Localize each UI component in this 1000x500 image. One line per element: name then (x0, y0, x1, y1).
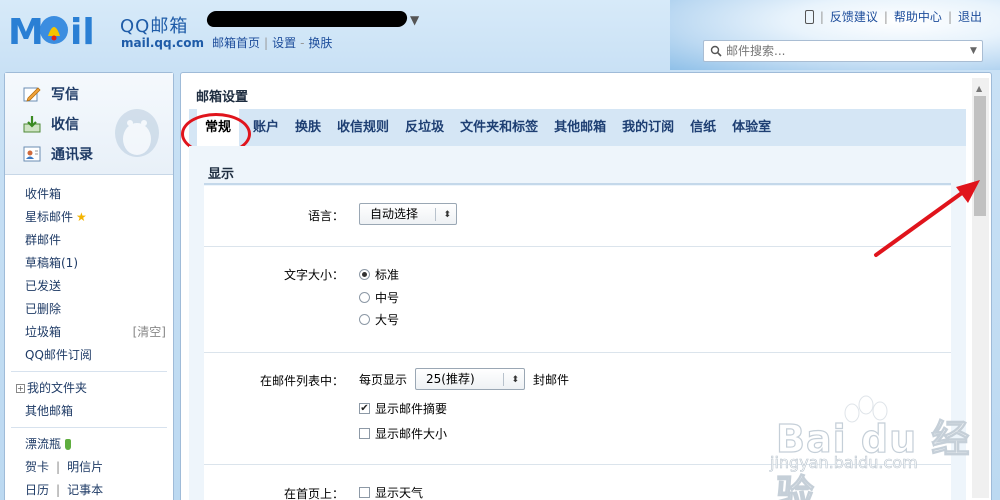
folder-inbox[interactable]: 收件箱 (25, 183, 173, 206)
phone-icon[interactable] (804, 9, 814, 24)
logout-link[interactable]: 退出 (958, 8, 982, 25)
utility-links: | 反馈建议 | 帮助中心 | 退出 (804, 8, 982, 25)
folder-my-folders[interactable]: + 我的文件夹 (16, 377, 173, 400)
tab-account[interactable]: 账户 (245, 109, 287, 146)
show-summary-checkbox[interactable]: ✔ 显示邮件摘要 (359, 400, 447, 417)
svg-text:M: M (8, 12, 44, 50)
divider (11, 371, 167, 372)
folder-spam[interactable]: 垃圾箱 [清空] (25, 321, 173, 344)
tab-lab[interactable]: 体验室 (724, 109, 779, 146)
help-link[interactable]: 帮助中心 (894, 8, 942, 25)
pencil-icon (23, 87, 41, 102)
inbox-download-icon (23, 116, 41, 133)
folder-sent[interactable]: 已发送 (25, 275, 173, 298)
tab-folders-labels[interactable]: 文件夹和标签 (452, 109, 546, 146)
per-page-prefix: 每页显示 (359, 373, 408, 387)
expand-icon[interactable]: + (16, 384, 25, 393)
cards-row: 贺卡 | 明信片 (25, 456, 173, 479)
greeting-card-link[interactable]: 贺卡 (25, 456, 49, 479)
tab-rules[interactable]: 收信规则 (329, 109, 397, 146)
page-title: 邮箱设置 (196, 90, 249, 105)
tab-subscriptions[interactable]: 我的订阅 (614, 109, 682, 146)
red-arrow-annotation (874, 180, 980, 257)
font-size-medium[interactable]: 中号 (359, 289, 399, 306)
product-domain: mail.qq.com (121, 36, 204, 50)
product-name: QQ邮箱 (120, 16, 189, 37)
redacted-account (205, 11, 409, 27)
settings-tabs: 常规 账户 换肤 收信规则 反垃圾 文件夹和标签 其他邮箱 我的订阅 信纸 体验… (189, 109, 966, 146)
tab-other-mailbox[interactable]: 其他邮箱 (546, 109, 614, 146)
clear-spam-link[interactable]: [清空] (133, 321, 166, 344)
homepage-label: 在首页上： (283, 487, 344, 500)
search-icon (710, 45, 722, 57)
feedback-link[interactable]: 反馈建议 (830, 8, 878, 25)
radio-icon (359, 314, 370, 325)
folder-starred[interactable]: 星标邮件 ★ (25, 206, 173, 229)
divider (204, 352, 951, 353)
postcard-link[interactable]: 明信片 (67, 456, 103, 479)
search-input[interactable] (726, 44, 966, 58)
language-label: 语言： (307, 209, 344, 223)
folder-other-mailbox[interactable]: 其他邮箱 (25, 400, 173, 423)
checkbox-icon (359, 487, 370, 498)
font-size-label: 文字大小： (283, 268, 344, 282)
star-icon: ★ (76, 210, 87, 224)
folder-subscriptions[interactable]: QQ邮件订阅 (25, 344, 173, 367)
font-size-standard[interactable]: 标准 (359, 266, 399, 283)
bottle-icon (65, 439, 72, 450)
divider (11, 427, 167, 428)
folder-list: 收件箱 星标邮件 ★ 群邮件 草稿箱(1) 已发送 已删除 垃圾箱 [清空] QQ邮… (5, 175, 173, 500)
per-page-suffix: 封邮件 (533, 373, 570, 387)
show-size-checkbox[interactable]: 显示邮件大小 (359, 425, 447, 442)
show-weather-checkbox[interactable]: 显示天气 (359, 484, 423, 500)
per-page-select[interactable]: 25(推荐) ⬍ (415, 368, 525, 390)
address-book-icon (23, 146, 41, 162)
compose-area: 写信 收信 通讯录 (5, 73, 173, 175)
sidebar: 写信 收信 通讯录 收件箱 星标邮件 ★ 群邮件 草稿箱(1) 已发送 已删除 垃… (4, 72, 174, 500)
tools-row: 日历 | 记事本 (25, 479, 173, 500)
font-size-large[interactable]: 大号 (359, 311, 399, 328)
scroll-up-icon[interactable]: ▲ (976, 84, 982, 93)
notebook-link[interactable]: 记事本 (67, 479, 103, 500)
watermark-url: jingyan.baidu.com (770, 453, 918, 473)
calendar-link[interactable]: 日历 (25, 479, 49, 500)
account-caret-icon[interactable]: ▼ (410, 13, 419, 27)
drift-bottle-link[interactable]: 漂流瓶 (25, 433, 173, 456)
mail-search[interactable]: ▼ (703, 40, 983, 62)
folder-group[interactable]: 群邮件 (25, 229, 173, 252)
tab-stationery[interactable]: 信纸 (682, 109, 724, 146)
qq-mail-logo[interactable]: M il (8, 10, 118, 50)
theme-link[interactable]: 换肤 (308, 36, 332, 50)
folder-deleted[interactable]: 已删除 (25, 298, 173, 321)
mailbox-home-link[interactable]: 邮箱首页 (212, 36, 260, 50)
settings-link[interactable]: 设置 (272, 36, 296, 50)
radio-icon (359, 292, 370, 303)
section-header: 显示 (204, 146, 951, 186)
tab-theme[interactable]: 换肤 (287, 109, 329, 146)
mail-list-label: 在邮件列表中： (259, 374, 344, 388)
divider (204, 246, 951, 247)
header: M il QQ邮箱 mail.qq.com ▼ 邮箱首页 | 设置 - 换肤 | 反馈建… (0, 0, 1000, 70)
penguin-watermark-icon (115, 109, 159, 157)
radio-icon (359, 269, 370, 280)
svg-text:il: il (70, 12, 95, 50)
checkbox-icon: ✔ (359, 403, 370, 414)
checkbox-icon (359, 428, 370, 439)
updown-icon: ⬍ (435, 205, 451, 225)
folder-drafts[interactable]: 草稿箱(1) (25, 252, 173, 275)
search-dropdown-icon[interactable]: ▼ (970, 46, 977, 56)
language-select[interactable]: 自动选择 ⬍ (359, 203, 457, 225)
top-nav: 邮箱首页 | 设置 - 换肤 (212, 36, 333, 50)
tab-antispam[interactable]: 反垃圾 (397, 109, 452, 146)
updown-icon: ⬍ (503, 370, 519, 390)
